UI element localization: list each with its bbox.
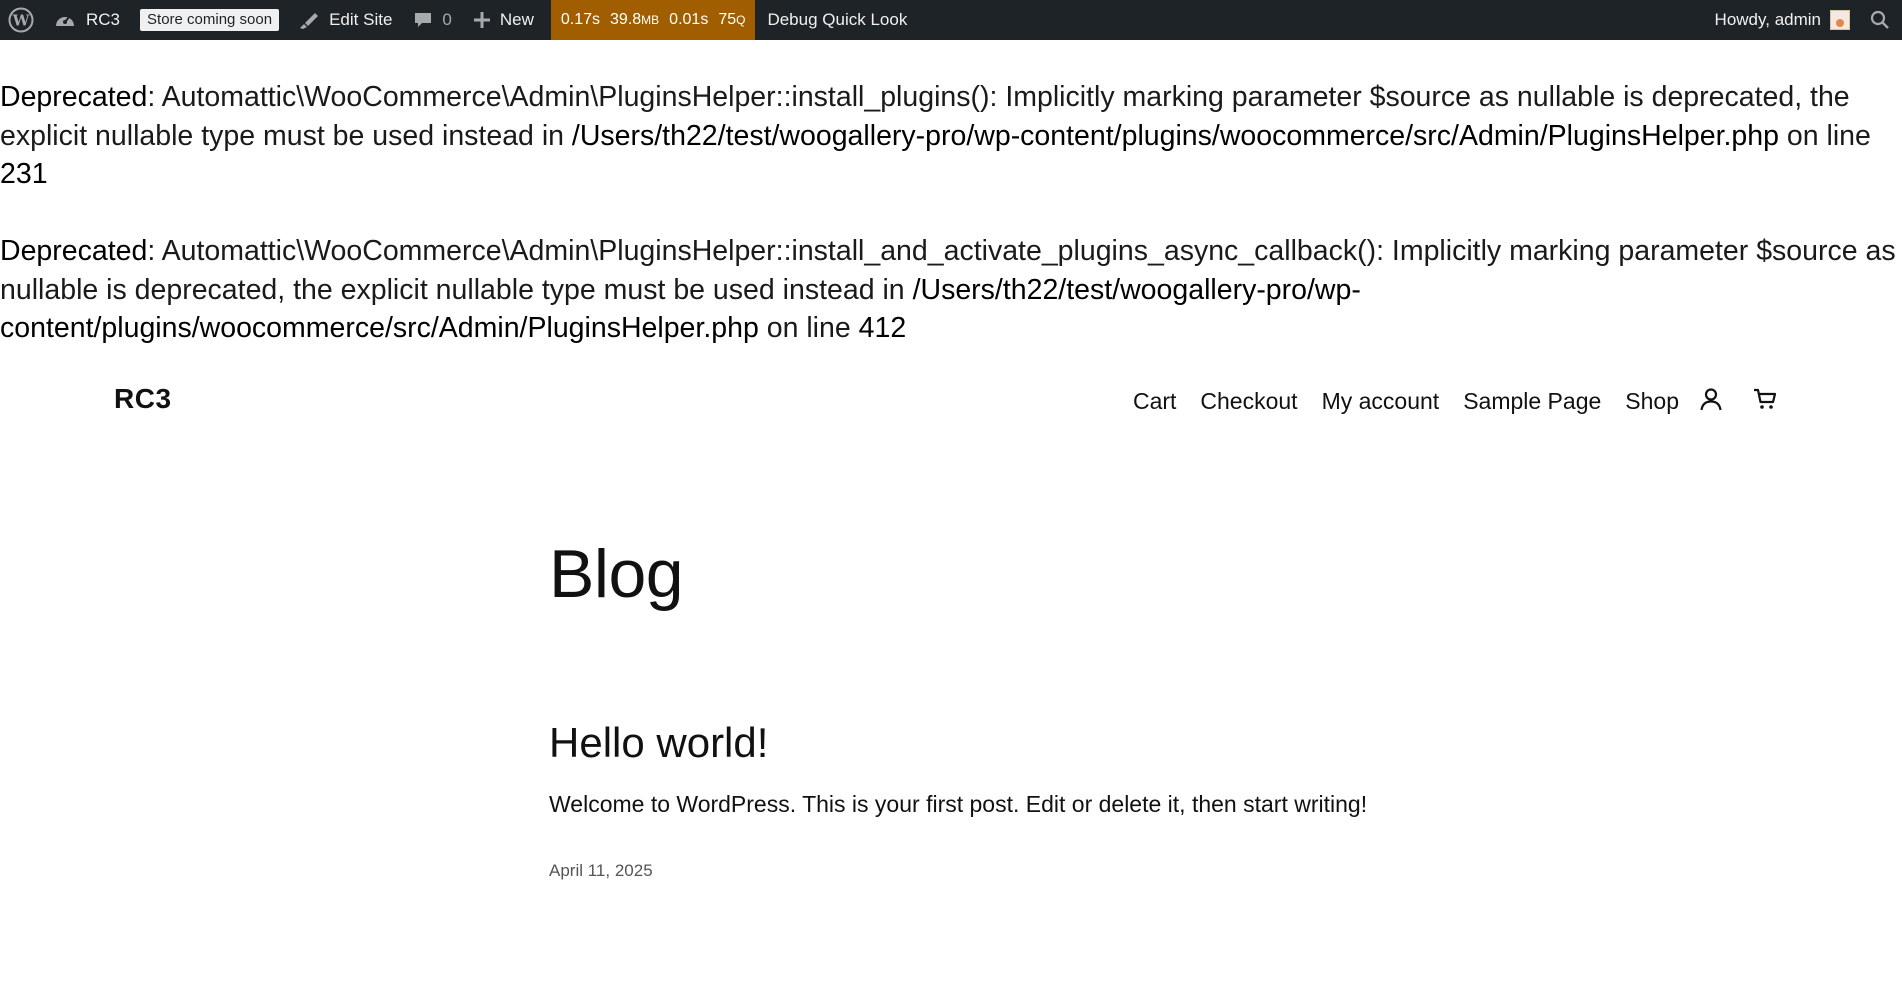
post-title-link[interactable]: Hello world!: [549, 719, 768, 767]
cart-icon: [1752, 386, 1778, 416]
notice-line-text: on line: [758, 312, 859, 344]
notice-label: Deprecated: [0, 81, 148, 113]
nav-sample-page[interactable]: Sample Page: [1463, 388, 1601, 415]
notice-file: /Users/th22/test/woogallery-pro/wp-conte…: [571, 119, 1779, 152]
admin-bar-secondary: Howdy, admin: [1706, 0, 1902, 40]
site-name-menu[interactable]: RC3 Store coming soon: [44, 0, 288, 40]
query-monitor-button[interactable]: 0.17s 39.8MB 0.01s 75Q: [550, 0, 756, 40]
my-account-menu[interactable]: Howdy, admin: [1706, 0, 1864, 40]
store-coming-soon-badge[interactable]: Store coming soon: [140, 9, 280, 31]
notice-line-number: 231: [0, 158, 48, 190]
comment-bubble-icon: [413, 10, 433, 30]
site-header: RC3 Cart Checkout My account Sample Page…: [0, 380, 1902, 422]
howdy-label: Howdy, admin: [1714, 10, 1821, 29]
notice-line-text: on line: [1778, 119, 1871, 152]
brush-icon: [298, 10, 320, 30]
site-title[interactable]: RC3: [114, 383, 172, 415]
wordpress-menu[interactable]: W: [0, 0, 44, 40]
edit-site-button[interactable]: Edit Site: [288, 0, 401, 40]
admin-bar: W RC3 Store coming soon Edit Site 0 New …: [0, 0, 1902, 40]
nav-shop[interactable]: Shop: [1625, 388, 1679, 415]
edit-site-label: Edit Site: [329, 10, 393, 29]
nav-cart[interactable]: Cart: [1133, 388, 1176, 415]
new-label: New: [499, 10, 534, 29]
debug-quick-look-label: Debug Quick Look: [767, 10, 908, 29]
deprecated-notice: Deprecated: Automattic\WooCommerce\Admin…: [0, 232, 1902, 348]
wordpress-logo-icon: W: [8, 7, 34, 33]
query-time: 0.01s: [669, 11, 709, 28]
user-icon: [1698, 386, 1724, 416]
page-title: Blog: [549, 536, 684, 612]
debug-quick-look-button[interactable]: Debug Quick Look: [755, 0, 916, 40]
avatar: [1830, 10, 1850, 30]
nav-checkout[interactable]: Checkout: [1200, 388, 1297, 415]
main-navigation: Cart Checkout My account Sample Page Sho…: [1133, 380, 1778, 422]
svg-text:W: W: [12, 12, 31, 30]
deprecated-notice: Deprecated: Automattic\WooCommerce\Admin…: [0, 78, 1902, 194]
post-excerpt: Welcome to WordPress. This is your first…: [549, 791, 1368, 817]
post-date[interactable]: April 11, 2025: [549, 861, 653, 881]
notice-label: Deprecated: [0, 235, 148, 267]
memory-usage: 39.8MB: [610, 11, 660, 28]
notice-line-number: 412: [858, 312, 907, 344]
comments-button[interactable]: 0: [401, 0, 460, 40]
page-time: 0.17s: [560, 11, 601, 28]
search-icon: [1870, 10, 1890, 30]
new-content-button[interactable]: New: [461, 0, 543, 40]
dashboard-gauge-icon: [54, 10, 76, 30]
mini-cart-button[interactable]: [1752, 386, 1778, 416]
plus-icon: [473, 11, 491, 29]
comments-count: 0: [442, 10, 452, 29]
admin-search-button[interactable]: [1864, 0, 1902, 40]
nav-my-account[interactable]: My account: [1322, 388, 1440, 415]
customer-account-button[interactable]: [1698, 386, 1724, 416]
query-count: 75Q: [718, 11, 746, 28]
admin-site-name: RC3: [86, 10, 121, 29]
